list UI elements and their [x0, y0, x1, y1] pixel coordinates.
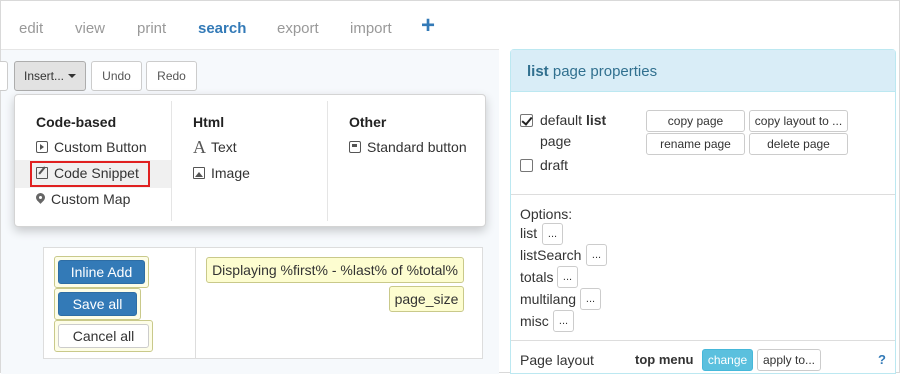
menu-item-custom-button[interactable]: Custom Button [36, 139, 147, 155]
play-square-icon [36, 141, 48, 153]
redo-button[interactable]: Redo [146, 61, 197, 91]
tab-print[interactable]: print [137, 20, 166, 37]
copy-page-button[interactable]: copy page [646, 110, 745, 132]
menu-item-custom-map[interactable]: Custom Map [36, 191, 130, 207]
option-label-listsearch: listSearch [520, 247, 582, 263]
tab-search[interactable]: search [198, 20, 246, 37]
menu-item-text[interactable]: A Text [193, 137, 237, 157]
tab-edit[interactable]: edit [19, 20, 43, 37]
menu-item-image[interactable]: Image [193, 165, 250, 181]
menu-item-label: Standard button [367, 139, 467, 155]
top-nav: edit view print search export import + [1, 1, 899, 49]
tab-view[interactable]: view [75, 20, 105, 37]
list-grid-layout: Inline Add Save all Cancel all Displayin… [43, 247, 483, 359]
insert-dropdown-button[interactable]: Insert... [14, 61, 86, 91]
menu-item-standard-button[interactable]: Standard button [349, 139, 467, 155]
option-button-misc[interactable]: ... [553, 310, 574, 332]
insert-menu: Code-based Custom Button Code Snippet Cu… [14, 94, 486, 227]
rename-page-button[interactable]: rename page [646, 133, 745, 155]
font-icon: A [193, 137, 206, 157]
cancel-all-wrapper: Cancel all [54, 320, 153, 352]
menu-heading-code-based: Code-based [36, 114, 117, 130]
page-size-label[interactable]: page_size [389, 286, 464, 312]
default-page-checkbox[interactable] [520, 114, 533, 127]
draft-label: draft [540, 157, 569, 173]
caret-down-icon [68, 74, 76, 78]
option-button-list[interactable]: ... [542, 223, 563, 245]
tab-export[interactable]: export [277, 20, 319, 37]
toolbar-button-partial[interactable] [0, 61, 8, 91]
save-all-button[interactable]: Save all [58, 292, 137, 316]
undo-button[interactable]: Undo [91, 61, 142, 91]
tab-import[interactable]: import [350, 20, 392, 37]
option-label-multilang: multilang [520, 291, 577, 307]
option-button-totals[interactable]: ... [557, 266, 578, 288]
option-label-totals: totals [520, 269, 554, 285]
code-snippet-highlight-box [30, 161, 150, 187]
menu-item-label: Custom Button [54, 139, 147, 155]
panel-title: list page properties [527, 63, 658, 80]
inline-add-wrapper: Inline Add [54, 256, 149, 288]
picture-icon [193, 167, 205, 179]
menu-column-html: Html A Text Image [171, 101, 327, 221]
copy-layout-button[interactable]: copy layout to ... [749, 110, 848, 132]
option-label-list: list [520, 225, 538, 241]
inline-add-button[interactable]: Inline Add [58, 260, 145, 284]
page-layout-label: Page layout [520, 352, 594, 368]
menu-item-label: Text [211, 139, 237, 155]
apply-to-button[interactable]: apply to... [757, 349, 821, 371]
page-layout-value: top menu [635, 352, 694, 367]
menu-column-other: Other Standard button [327, 101, 485, 221]
options-heading: Options: [520, 206, 573, 222]
panel-header: list page properties [511, 50, 895, 92]
add-page-plus-icon[interactable]: + [421, 14, 435, 38]
menu-item-label: Image [211, 165, 250, 181]
menu-heading-html: Html [193, 114, 225, 130]
panel-separator [511, 194, 895, 195]
panel-separator [511, 340, 895, 341]
delete-page-button[interactable]: delete page [749, 133, 848, 155]
grid-divider [195, 248, 196, 358]
editor-top-border [1, 49, 499, 50]
save-all-wrapper: Save all [54, 288, 141, 320]
map-marker-icon [36, 193, 45, 205]
page-properties-panel: list page properties default list page d… [510, 49, 896, 374]
option-button-multilang[interactable]: ... [580, 288, 601, 310]
default-page-label: default list [540, 112, 607, 128]
button-icon [349, 141, 361, 153]
draft-checkbox[interactable] [520, 159, 533, 172]
option-button-listsearch[interactable]: ... [586, 244, 607, 266]
menu-item-label: Custom Map [51, 191, 131, 207]
menu-column-code-based: Code-based Custom Button Code Snippet Cu… [15, 95, 171, 228]
change-layout-button[interactable]: change [702, 349, 753, 371]
help-icon[interactable]: ? [878, 352, 886, 367]
menu-heading-other: Other [349, 114, 387, 130]
default-page-label-line2: page [540, 133, 572, 149]
record-info-label[interactable]: Displaying %first% - %last% of %total% [206, 257, 464, 283]
option-label-misc: misc [520, 313, 549, 329]
insert-button-label: Insert... [23, 69, 64, 83]
cancel-all-button[interactable]: Cancel all [58, 324, 149, 348]
